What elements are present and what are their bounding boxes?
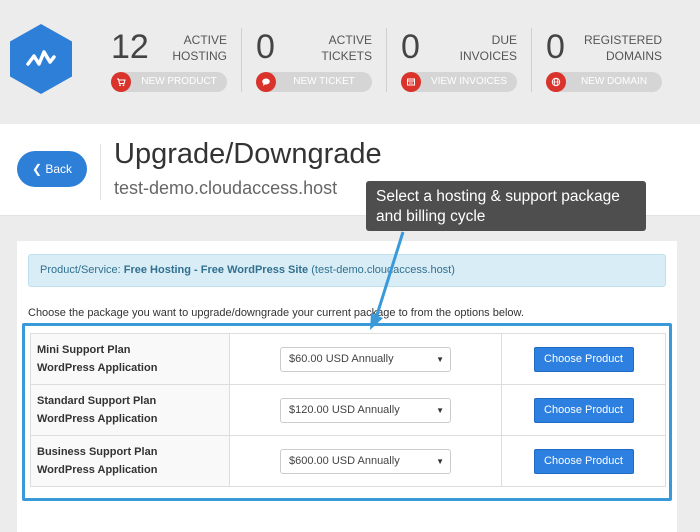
stat-divider — [531, 28, 532, 92]
table-row: Business Support Plan WordPress Applicati… — [30, 435, 666, 487]
new-product-button[interactable]: NEW PRODUCT — [111, 72, 227, 92]
caret-down-icon: ▼ — [436, 354, 444, 364]
stat-count: 0 — [256, 28, 275, 66]
instruction-text: Choose the package you want to upgrade/d… — [28, 307, 524, 319]
stat-active-hosting: 12 ACTIVE HOSTING NEW PRODUCT — [111, 28, 227, 98]
back-button[interactable]: ❮ Back — [17, 151, 87, 187]
table-row: Mini Support Plan WordPress Application $… — [30, 333, 666, 385]
cart-icon — [111, 72, 131, 92]
stat-divider — [386, 28, 387, 92]
product-name: Free Hosting - Free WordPress Site — [123, 264, 309, 276]
table-row: Standard Support Plan WordPress Applicati… — [30, 384, 666, 436]
package-name: Mini Support Plan WordPress Application — [30, 333, 230, 385]
chevron-left-icon: ❮ — [31, 162, 43, 176]
package-name: Standard Support Plan WordPress Applicati… — [30, 384, 230, 436]
stat-count: 12 — [111, 28, 149, 66]
choose-product-button[interactable]: Choose Product — [533, 346, 634, 372]
new-ticket-button[interactable]: NEW TICKET — [256, 72, 372, 92]
page-subtitle: test-demo.cloudaccess.host — [114, 178, 338, 198]
comment-icon — [256, 72, 276, 92]
header-divider — [100, 144, 101, 200]
package-name: Business Support Plan WordPress Applicati… — [30, 435, 230, 487]
stat-active-tickets: 0 ACTIVE TICKETS NEW TICKET — [256, 28, 372, 98]
stat-count: 0 — [546, 28, 565, 66]
billing-cycle-select[interactable]: $600.00 USD Annually ▼ — [280, 448, 451, 474]
package-table: Mini Support Plan WordPress Application $… — [30, 333, 666, 487]
choose-product-button[interactable]: Choose Product — [533, 397, 634, 423]
logo-icon[interactable] — [10, 24, 72, 94]
new-domain-button[interactable]: NEW DOMAIN — [546, 72, 662, 92]
billing-cycle-select[interactable]: $60.00 USD Annually ▼ — [280, 346, 451, 372]
globe-icon — [546, 72, 566, 92]
stat-label: REGISTERED DOMAINS — [583, 33, 662, 63]
view-invoices-button[interactable]: VIEW INVOICES — [401, 72, 517, 92]
stat-divider — [241, 28, 242, 92]
stat-label: DUE INVOICES — [459, 33, 517, 63]
invoice-icon — [401, 72, 421, 92]
main-content: Product/Service: Free Hosting - Free Wor… — [17, 241, 677, 532]
stat-count: 0 — [401, 28, 420, 66]
billing-cycle-select[interactable]: $120.00 USD Annually ▼ — [280, 397, 451, 423]
tooltip-callout: Select a hosting & support package and bi… — [366, 181, 646, 231]
page-title: Upgrade/Downgrade — [114, 138, 382, 170]
caret-down-icon: ▼ — [436, 456, 444, 466]
stat-label: ACTIVE TICKETS — [321, 33, 372, 63]
caret-down-icon: ▼ — [436, 405, 444, 415]
stat-label: ACTIVE HOSTING — [172, 33, 227, 63]
stats-bar: 12 ACTIVE HOSTING NEW PRODUCT 0 ACTIVE TIC… — [0, 0, 700, 124]
stat-registered-domains: 0 REGISTERED DOMAINS NEW DOMAIN — [546, 28, 662, 98]
choose-product-button[interactable]: Choose Product — [533, 448, 634, 474]
stat-due-invoices: 0 DUE INVOICES VIEW INVOICES — [401, 28, 517, 98]
product-service-alert: Product/Service: Free Hosting - Free Wor… — [28, 254, 666, 287]
